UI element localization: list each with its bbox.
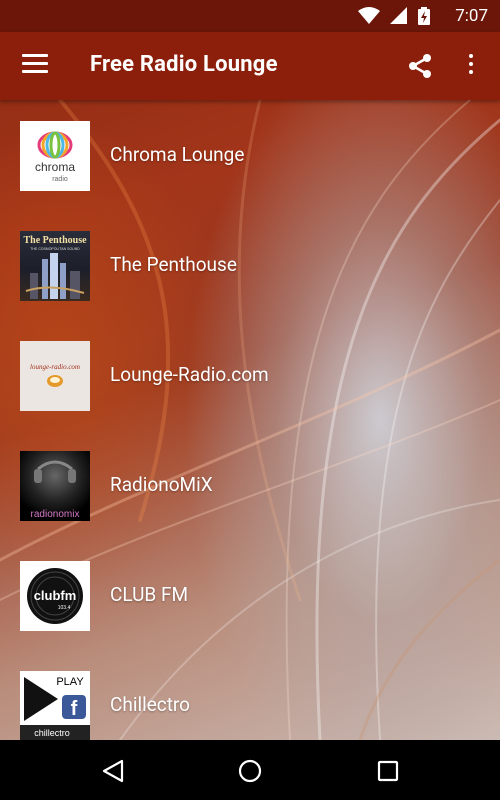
app-bar: Free Radio Lounge: [0, 32, 500, 100]
battery-charging-icon: [418, 7, 430, 25]
logo-subtext: THE COSMOPOLITAN SOUND: [30, 247, 80, 251]
navigation-bar: [0, 740, 500, 800]
chillectro-logo: PLAY f chillectro: [20, 671, 90, 740]
station-name: The Penthouse: [110, 253, 237, 276]
wifi-icon: [358, 7, 380, 24]
back-icon[interactable]: [100, 758, 126, 784]
chroma-lounge-logo: chroma radio: [20, 121, 90, 191]
signal-icon: [390, 7, 407, 24]
logo-text: The Penthouse: [23, 235, 87, 246]
status-bar: 7:07: [0, 0, 500, 32]
logo-text: chroma: [35, 160, 75, 174]
logo-text: radionomix: [31, 509, 80, 520]
list-item[interactable]: chroma radio Chroma Lounge: [0, 100, 500, 210]
list-item[interactable]: radionomix RadionoMiX: [0, 430, 500, 540]
list-item[interactable]: The Penthouse THE COSMOPOLITAN SOUND The…: [0, 210, 500, 320]
logo-subtext: PLAY: [56, 676, 84, 688]
logo-text: chillectro: [34, 728, 70, 738]
list-item[interactable]: PLAY f chillectro Chillectro: [0, 650, 500, 740]
share-icon[interactable]: [406, 52, 434, 80]
menu-icon[interactable]: [22, 54, 48, 74]
clock: 7:07: [455, 6, 488, 26]
station-list: chroma radio Chroma Lounge The Penthouse…: [0, 100, 500, 740]
lounge-radio-logo: lounge-radio.com: [20, 341, 90, 411]
more-options-icon[interactable]: [466, 52, 476, 80]
radionomix-logo: radionomix: [20, 451, 90, 521]
logo-text: lounge-radio.com: [30, 363, 80, 371]
list-item[interactable]: clubfm 103.4 CLUB FM: [0, 540, 500, 650]
home-icon[interactable]: [237, 758, 263, 784]
page-title: Free Radio Lounge: [90, 52, 278, 77]
svg-text:f: f: [71, 698, 78, 720]
station-name: RadionoMiX: [110, 473, 213, 496]
the-penthouse-logo: The Penthouse THE COSMOPOLITAN SOUND: [20, 231, 90, 301]
station-name: Chroma Lounge: [110, 143, 245, 166]
logo-text: clubfm: [34, 588, 77, 603]
logo-subtext: 103.4: [58, 605, 71, 611]
logo-subtext: radio: [52, 176, 68, 183]
recents-icon[interactable]: [375, 758, 401, 784]
club-fm-logo: clubfm 103.4: [20, 561, 90, 631]
station-name: CLUB FM: [110, 583, 189, 606]
station-name: Chillectro: [110, 693, 191, 716]
list-item[interactable]: lounge-radio.com Lounge-Radio.com: [0, 320, 500, 430]
station-name: Lounge-Radio.com: [110, 363, 269, 386]
